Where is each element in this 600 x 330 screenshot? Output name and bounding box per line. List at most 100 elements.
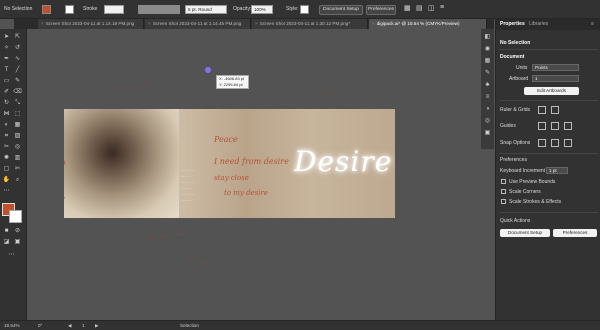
rotate-tool-icon[interactable]: ↻ [2, 99, 11, 108]
edit-toolbar-icon[interactable]: ⋯ [7, 251, 16, 260]
opacity-field[interactable]: 100% [251, 5, 273, 14]
curvature-tool-icon[interactable]: ∿ [13, 55, 22, 64]
tab-digipack[interactable]: × digipack.ai* @ 18.54 % (CMYK/Preview) [369, 19, 487, 29]
selection-tool-icon[interactable]: ➤ [2, 33, 11, 42]
tracklist-text: — — — [182, 187, 192, 190]
fill-swatch[interactable] [42, 5, 51, 14]
transform-icon[interactable]: ▤ [416, 4, 423, 12]
lyric-line: stay close [214, 174, 249, 182]
use-preview-bounds-checkbox[interactable] [501, 179, 506, 184]
cursor-pointer [205, 67, 211, 73]
scale-tool-icon[interactable]: ⤡ [13, 99, 22, 108]
appearance-icon[interactable]: ◎ [483, 117, 492, 126]
menu-icon[interactable]: ≡ [440, 4, 444, 11]
snap-to-point-icon[interactable] [538, 139, 546, 147]
artboard[interactable]: desi Peace I need from desire stay close… [64, 109, 395, 218]
artboard-next-icon[interactable]: ▶ [95, 323, 99, 329]
snap-to-grid-icon[interactable] [551, 139, 559, 147]
zoom-tool-icon[interactable]: ⌕ [13, 176, 22, 185]
paintbrush-tool-icon[interactable]: ✎ [13, 77, 22, 86]
stroke-color-swatch[interactable] [9, 210, 22, 223]
more-tools-icon[interactable]: ⋯ [2, 187, 11, 196]
pasteboard-scribble: ~ ~ ~ [146, 226, 186, 246]
scale-corners-checkbox[interactable] [501, 189, 506, 194]
edit-artboards-button[interactable]: Edit Artboards [524, 87, 579, 95]
color-mode-icon[interactable]: ■ [2, 227, 11, 236]
document-setup-button[interactable]: Document Setup [319, 5, 363, 15]
brushes-icon[interactable]: ✎ [483, 69, 492, 78]
free-transform-tool-icon[interactable]: ⬚ [13, 110, 22, 119]
shape-builder-tool-icon[interactable]: ◐ [2, 121, 11, 130]
hand-tool-icon[interactable]: ✋ [2, 176, 11, 185]
show-guides-icon[interactable] [538, 122, 546, 130]
eyedropper-tool-icon[interactable]: ✂ [2, 143, 11, 152]
tracklist-text: — — — — [182, 193, 195, 196]
snap-to-pixel-icon[interactable] [564, 139, 572, 147]
variable-width-profile[interactable] [138, 5, 180, 14]
tab-screenshot-2[interactable]: × Screen Shot 2023-04-11 at 1.14.45 PM.pn… [145, 19, 251, 29]
none-mode-icon[interactable]: ⊘ [13, 227, 22, 236]
line-tool-icon[interactable]: ╱ [13, 66, 22, 75]
preferences-quick-button[interactable]: Preferences [553, 229, 597, 237]
stroke-weight-dropdown[interactable] [104, 5, 124, 14]
grid-icon[interactable] [551, 106, 559, 114]
mesh-tool-icon[interactable]: ⌗ [2, 132, 11, 141]
stroke-label[interactable]: Stroke [83, 6, 97, 12]
column-graph-tool-icon[interactable]: ▥ [13, 154, 22, 163]
preferences-button[interactable]: Preferences [366, 5, 396, 15]
stroke-panel-icon[interactable]: ≡ [483, 93, 492, 102]
brush-dropdown[interactable]: 5 pt. Round [185, 5, 227, 14]
tracklist-text: — — — [182, 199, 192, 202]
blend-tool-icon[interactable]: ◎ [13, 143, 22, 152]
tab-screenshot-1[interactable]: × Screen Shot 2023-04-11 at 1.14.18 PM.pn… [38, 19, 144, 29]
width-tool-icon[interactable]: ⋈ [2, 110, 11, 119]
artboard-tool-icon[interactable]: ▢ [2, 165, 11, 174]
rulers-icon[interactable] [538, 106, 546, 114]
pen-tool-icon[interactable]: ✒ [2, 55, 11, 64]
swatches-icon[interactable]: ▦ [483, 57, 492, 66]
transparency-icon[interactable]: ◑ [483, 105, 492, 114]
eraser-tool-icon[interactable]: ⌫ [13, 88, 22, 97]
stroke-swatch[interactable] [65, 5, 74, 14]
keyboard-increment-label: Keyboard Increment [500, 168, 546, 174]
units-label: Units [516, 65, 528, 71]
rotation-value[interactable]: 0° [38, 323, 42, 328]
align-icon[interactable]: ▦ [404, 4, 411, 12]
tab-libraries[interactable]: Libraries [529, 21, 548, 27]
lock-guides-icon[interactable] [551, 122, 559, 130]
pasteboard-scribble: ~ ~ [185, 251, 211, 270]
smart-guides-icon[interactable] [564, 122, 572, 130]
perspective-grid-tool-icon[interactable]: ▦ [13, 121, 22, 130]
panel-menu-icon[interactable]: ≡ [591, 21, 594, 27]
gradient-tool-icon[interactable]: ▨ [13, 132, 22, 141]
draw-mode-icon[interactable]: ◪ [2, 238, 11, 247]
artboard-dropdown[interactable]: 1 [532, 75, 579, 82]
layers-icon[interactable]: ◧ [483, 33, 492, 42]
scale-strokes-checkbox[interactable] [501, 199, 506, 204]
tab-screenshot-3[interactable]: × Screen Shot 2023-04-11 at 1.30.12 PM.pn… [252, 19, 368, 29]
lasso-tool-icon[interactable]: ↺ [13, 44, 22, 53]
divider [499, 49, 598, 50]
pencil-tool-icon[interactable]: ✐ [2, 88, 11, 97]
units-dropdown[interactable]: Points [532, 64, 579, 71]
keyboard-increment-field[interactable]: 1 pt [546, 167, 568, 174]
graphic-styles-icon[interactable]: ▣ [483, 129, 492, 138]
zoom-level[interactable]: 18.54% [4, 323, 20, 328]
color-icon[interactable]: ◉ [483, 45, 492, 54]
symbol-sprayer-tool-icon[interactable]: ✺ [2, 154, 11, 163]
direct-selection-tool-icon[interactable]: ⇱ [13, 33, 22, 42]
document-setup-quick-button[interactable]: Document Setup [500, 229, 550, 237]
rectangle-tool-icon[interactable]: ▭ [2, 77, 11, 86]
artboard-number[interactable]: 1 [82, 323, 85, 328]
magic-wand-tool-icon[interactable]: ✧ [2, 44, 11, 53]
type-tool-icon[interactable]: T [2, 66, 11, 75]
artboard-prev-icon[interactable]: ◀ [68, 323, 72, 329]
style-swatch[interactable] [300, 5, 309, 14]
divider [499, 153, 598, 154]
current-tool-status: Selection [180, 323, 199, 328]
isolate-icon[interactable]: ◫ [428, 4, 435, 12]
slice-tool-icon[interactable]: ✄ [13, 165, 22, 174]
symbols-icon[interactable]: ♣ [483, 81, 492, 90]
tab-properties[interactable]: Properties [500, 21, 525, 27]
screen-mode-icon[interactable]: ▣ [13, 238, 22, 247]
